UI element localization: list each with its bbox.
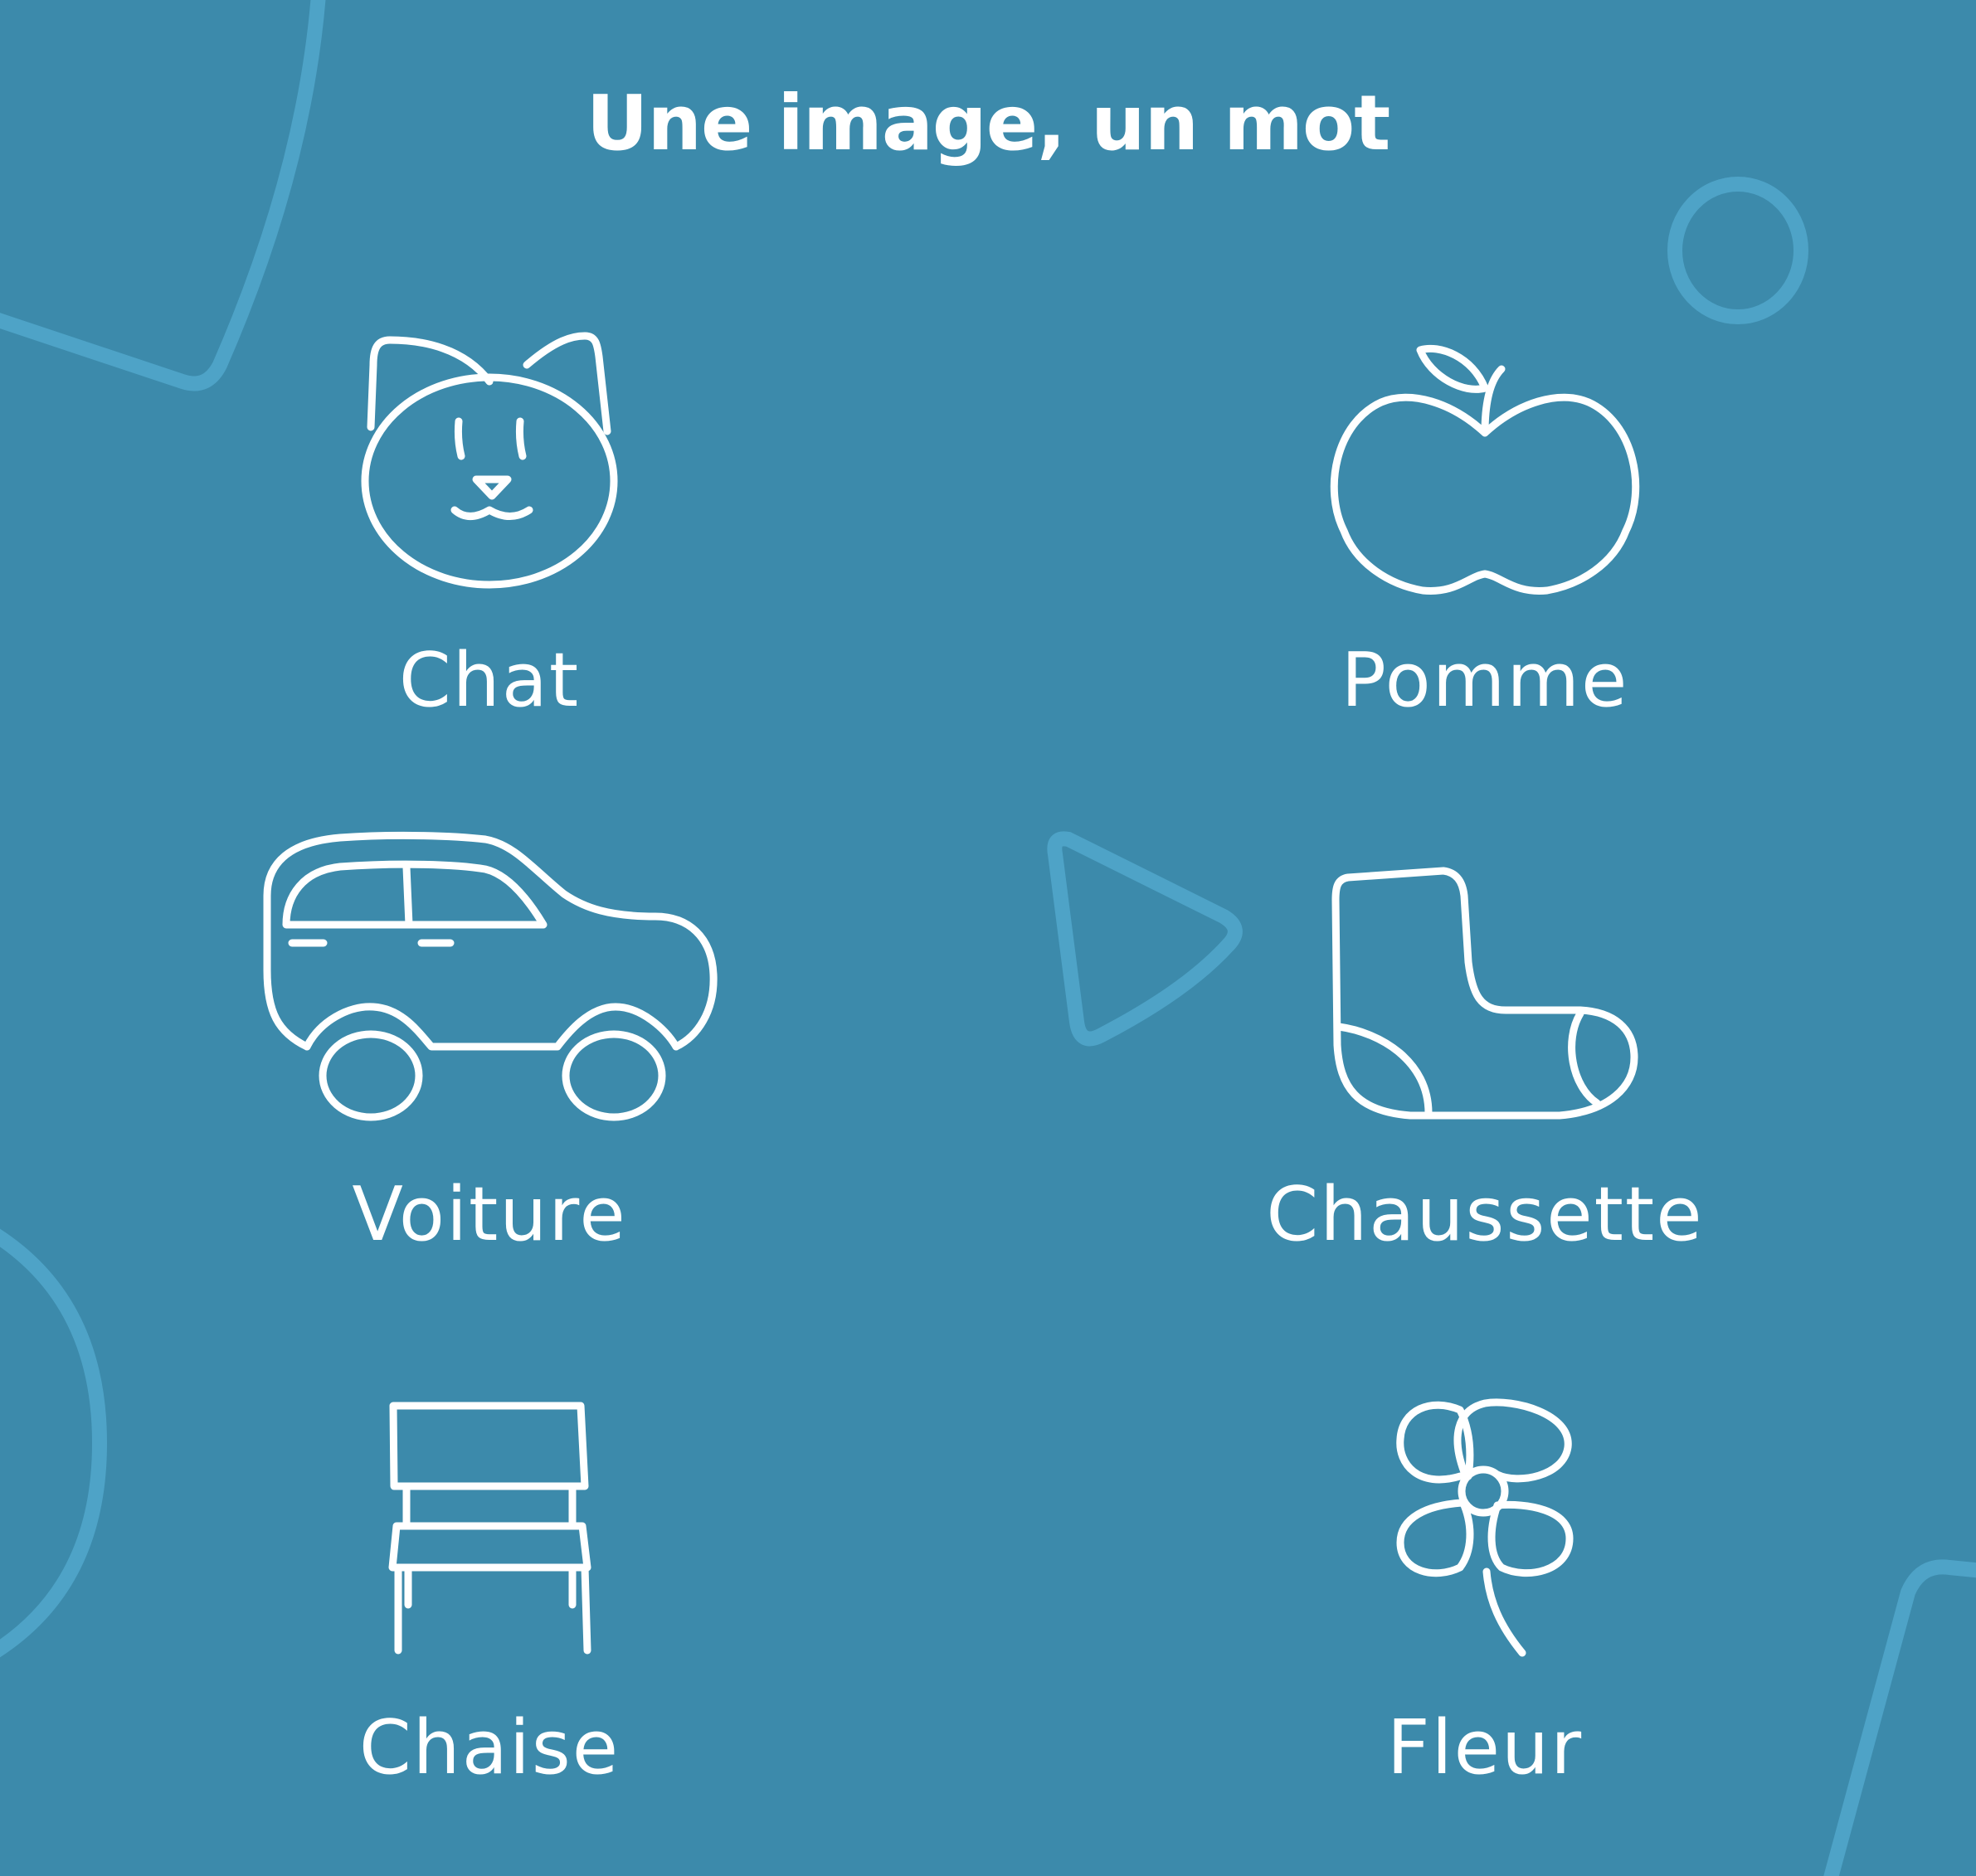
flower-icon: [1396, 1398, 1574, 1657]
item-label-flower: Fleur: [1386, 1704, 1584, 1791]
page: Une image, un mot Chat Pomme Voiture Cha…: [0, 0, 1976, 1876]
